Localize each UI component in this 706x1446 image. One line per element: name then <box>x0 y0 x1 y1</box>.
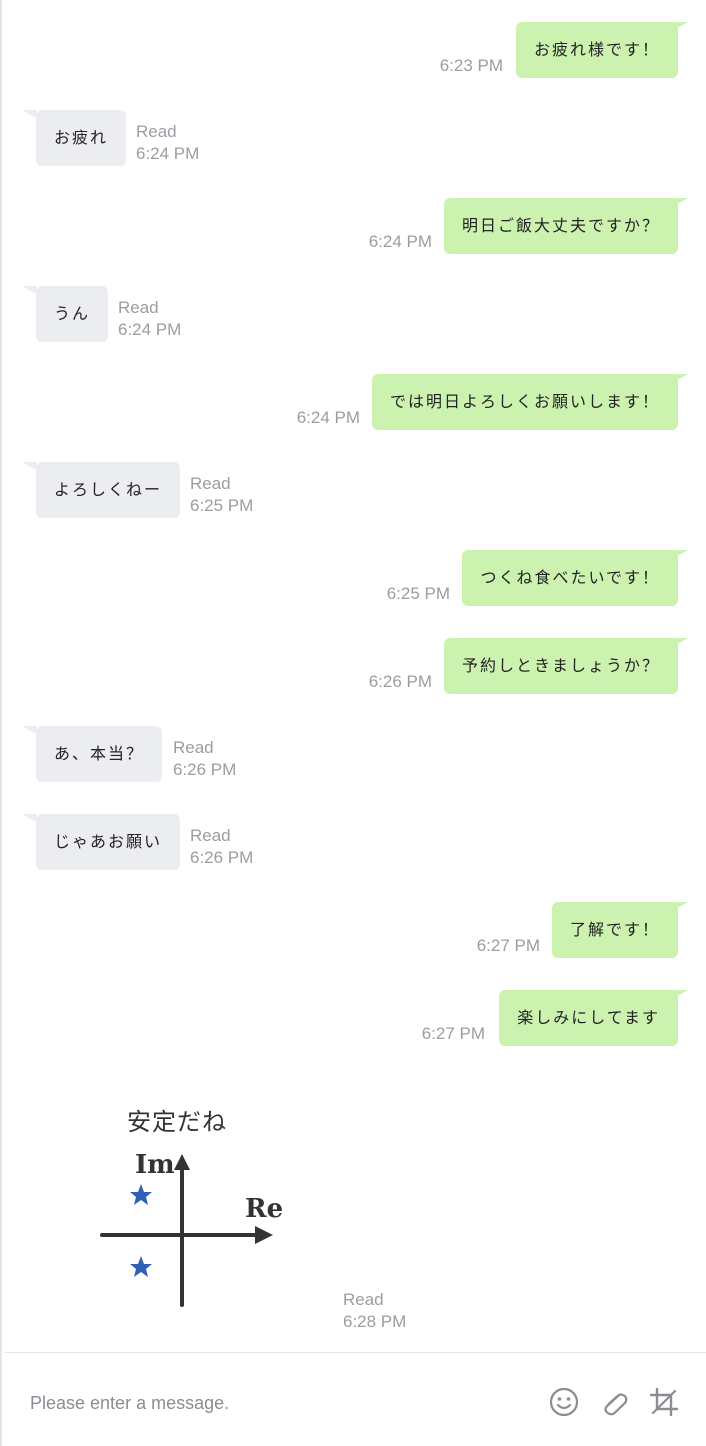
outgoing-message-bubble[interactable]: では明日よろしくお願いします！ <box>371 374 678 430</box>
outgoing-message-bubble[interactable]: 楽しみにしてます <box>499 990 678 1046</box>
message-time: 6:28 PM <box>343 1312 407 1331</box>
read-status: Read <box>173 738 214 757</box>
message-time: 6:26 PM <box>173 760 237 779</box>
message-row: 6:24 PM 明日ご飯大丈夫ですか？ <box>2 198 706 254</box>
message-meta: Read 6:26 PM <box>173 737 236 781</box>
read-status: Read <box>190 474 231 493</box>
message-time: 6:24 PM <box>136 144 200 163</box>
incoming-message-bubble[interactable]: お疲れ <box>36 110 127 166</box>
read-status: Read <box>190 826 231 845</box>
message-time: 6:25 PM <box>386 584 450 603</box>
message-row: 6:24 PM では明日よろしくお願いします！ <box>2 374 706 430</box>
message-row: よろしくねー Read 6:25 PM <box>2 462 706 518</box>
message-time: 6:27 PM <box>421 1024 485 1043</box>
message-row: じゃあお願い Read 6:26 PM <box>2 814 706 870</box>
message-row: うん Read 6:24 PM <box>2 286 706 342</box>
message-input[interactable] <box>30 1389 510 1417</box>
message-composer <box>4 1352 706 1446</box>
message-row: 6:27 PM 了解です！ <box>2 902 706 958</box>
outgoing-message-bubble[interactable]: 予約しときましょうか？ <box>443 638 678 694</box>
paperclip-icon[interactable] <box>597 1385 631 1419</box>
message-meta: Read 6:24 PM <box>136 121 199 165</box>
message-row: あ、本当？ Read 6:26 PM <box>2 726 706 782</box>
message-time: 6:24 PM <box>118 320 182 339</box>
message-time: 6:25 PM <box>190 496 254 515</box>
message-time: 6:27 PM <box>476 936 540 955</box>
incoming-message-bubble[interactable]: じゃあお願い <box>36 814 181 870</box>
incoming-message-bubble[interactable]: あ、本当？ <box>36 726 163 782</box>
message-list[interactable]: 6:23 PM お疲れ様です！ お疲れ Read 6:24 PM 6:24 PM… <box>2 0 706 1352</box>
message-row: 6:27 PM 楽しみにしてます <box>2 990 706 1046</box>
outgoing-message-bubble[interactable]: お疲れ様です！ <box>515 22 678 78</box>
message-time: 6:26 PM <box>190 848 254 867</box>
read-status: Read <box>118 298 159 317</box>
real-axis-label: Re <box>245 1194 284 1224</box>
message-time: 6:24 PM <box>296 408 360 427</box>
sticker-image[interactable]: 安定だね Im Re <box>97 1100 284 1310</box>
message-meta: Read 6:24 PM <box>118 297 181 341</box>
smiley-icon[interactable] <box>547 1385 581 1419</box>
read-status: Read <box>136 122 177 141</box>
message-row: 6:26 PM 予約しときましょうか？ <box>2 638 706 694</box>
imaginary-axis-label: Im <box>135 1150 175 1180</box>
message-time: 6:26 PM <box>368 672 432 691</box>
read-status: Read <box>343 1290 384 1309</box>
incoming-message-bubble[interactable]: よろしくねー <box>36 462 181 518</box>
chat-window: 6:23 PM お疲れ様です！ お疲れ Read 6:24 PM 6:24 PM… <box>0 0 706 1446</box>
outgoing-message-bubble[interactable]: 明日ご飯大丈夫ですか？ <box>443 198 678 254</box>
outgoing-message-bubble[interactable]: 了解です！ <box>551 902 678 958</box>
outgoing-message-bubble[interactable]: つくね食べたいです！ <box>462 550 678 606</box>
message-row: お疲れ Read 6:24 PM <box>2 110 706 166</box>
message-row: 6:23 PM お疲れ様です！ <box>2 22 706 78</box>
message-time: 6:23 PM <box>439 56 503 75</box>
crop-icon[interactable] <box>647 1385 681 1419</box>
sticker-meta: Read 6:28 PM <box>343 1289 406 1333</box>
incoming-message-bubble[interactable]: うん <box>36 286 109 342</box>
message-meta: Read 6:25 PM <box>190 473 253 517</box>
message-row: 6:25 PM つくね食べたいです！ <box>2 550 706 606</box>
message-time: 6:24 PM <box>368 232 432 251</box>
message-meta: Read 6:26 PM <box>190 825 253 869</box>
